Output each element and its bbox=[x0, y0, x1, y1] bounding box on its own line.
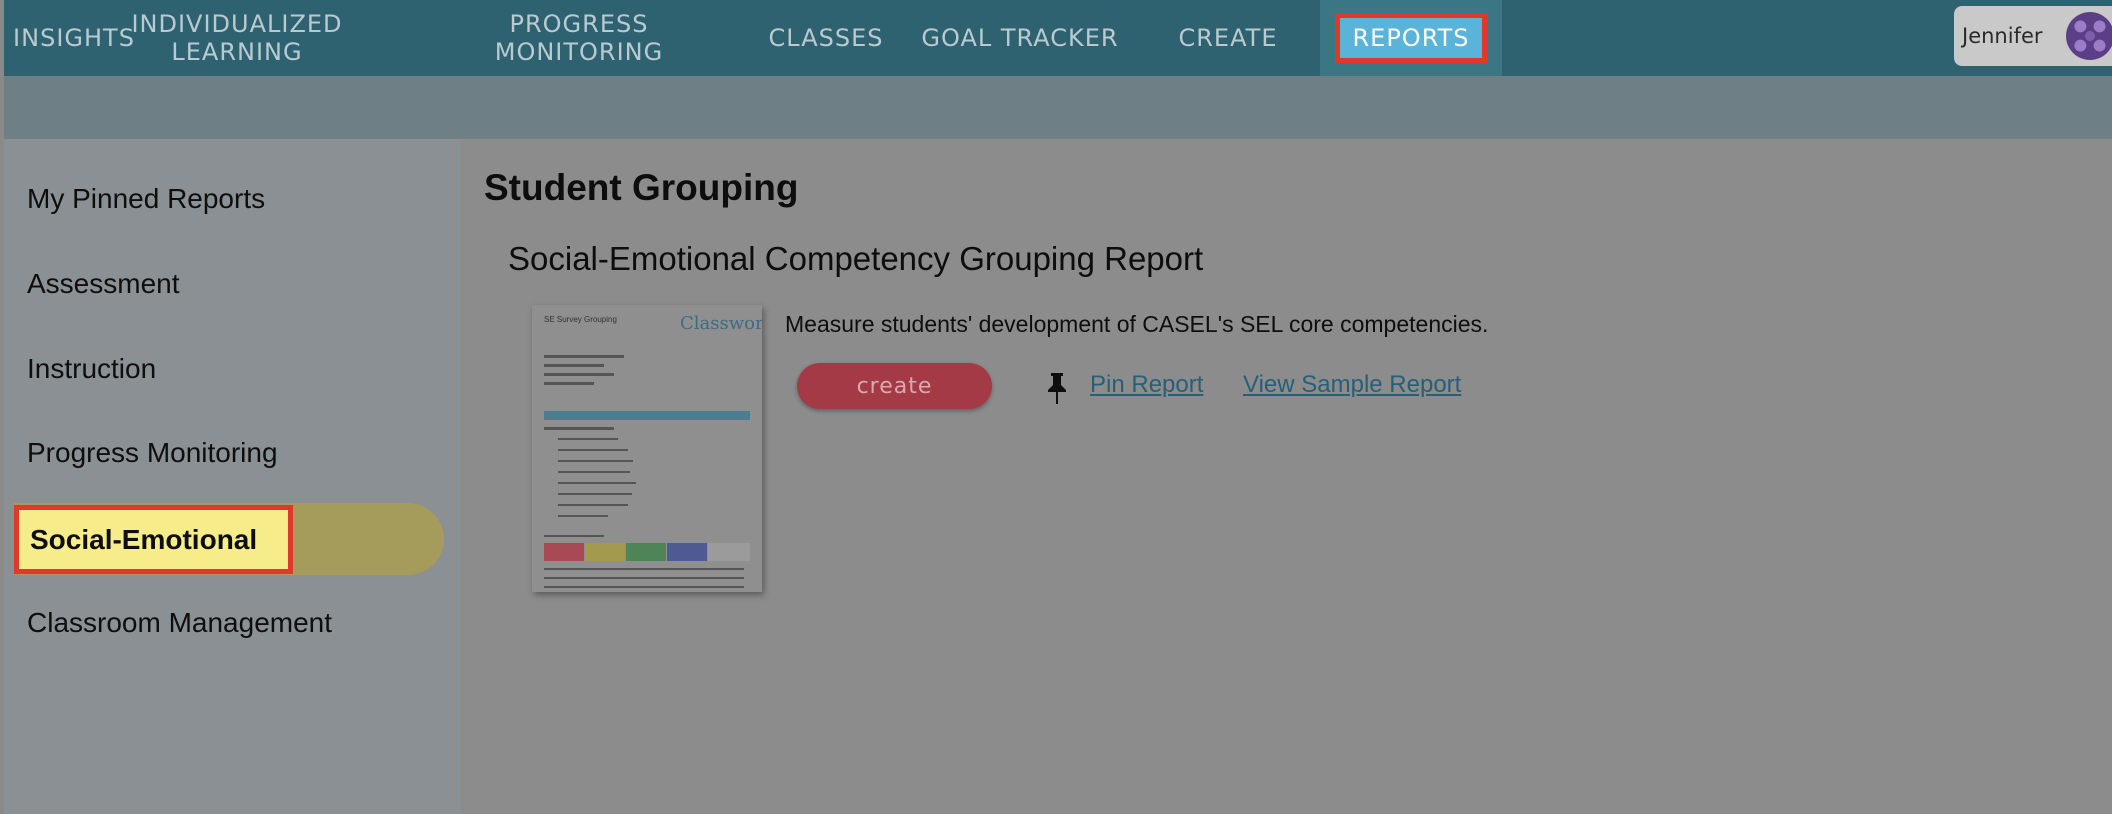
sidebar-item-instruction[interactable]: Instruction bbox=[27, 353, 156, 385]
report-description: Measure students' development of CASEL's… bbox=[785, 311, 1489, 337]
main-content: Student Grouping Social-Emotional Compet… bbox=[460, 139, 2112, 814]
user-menu-button[interactable]: Jennifer bbox=[1954, 6, 2112, 66]
report-title: Social-Emotional Competency Grouping Rep… bbox=[508, 240, 1204, 277]
thumbnail-text-line bbox=[544, 355, 624, 358]
nav-classes[interactable]: CLASSES bbox=[756, 0, 896, 76]
pin-icon[interactable] bbox=[1046, 371, 1068, 405]
thumbnail-text-line bbox=[558, 482, 636, 484]
sidebar: My Pinned Reports Assessment Instruction… bbox=[4, 139, 460, 814]
user-name: Jennifer bbox=[1962, 24, 2043, 48]
thumbnail-text-line bbox=[558, 438, 618, 440]
thumbnail-text-line bbox=[558, 515, 608, 517]
thumbnail-text-line bbox=[558, 460, 633, 462]
thumbnail-text-line bbox=[558, 449, 628, 451]
sidebar-item-assessment[interactable]: Assessment bbox=[27, 268, 180, 300]
thumbnail-text-line bbox=[544, 373, 614, 376]
thumbnail-text-line bbox=[544, 577, 744, 579]
sub-header-bar bbox=[4, 76, 2112, 139]
thumbnail-heading: SE Survey Grouping bbox=[544, 315, 617, 324]
thumbnail-text-line bbox=[544, 382, 594, 385]
nav-progress-monitoring[interactable]: PROGRESS MONITORING bbox=[494, 0, 664, 76]
thumbnail-text-line bbox=[544, 364, 604, 367]
thumbnail-text-line bbox=[544, 568, 744, 570]
pin-report-link[interactable]: Pin Report bbox=[1090, 371, 1203, 399]
sidebar-item-my-pinned-reports[interactable]: My Pinned Reports bbox=[27, 183, 265, 215]
view-sample-report-link[interactable]: View Sample Report bbox=[1243, 371, 1461, 399]
thumbnail-header-bar bbox=[544, 411, 750, 420]
thumbnail-text-line bbox=[544, 586, 744, 588]
nav-insights[interactable]: INSIGHTS bbox=[4, 0, 144, 76]
thumbnail-text-line bbox=[558, 504, 628, 506]
avatar bbox=[2066, 12, 2112, 60]
sidebar-item-progress-monitoring[interactable]: Progress Monitoring bbox=[27, 437, 278, 469]
create-button[interactable]: create bbox=[797, 363, 992, 409]
thumbnail-logo: Classworks bbox=[680, 313, 762, 334]
thumbnail-cell-yellow bbox=[585, 543, 625, 561]
thumbnail-cell-red bbox=[544, 543, 584, 561]
thumbnail-cell-blue bbox=[667, 543, 707, 561]
thumbnail-text-line bbox=[544, 535, 604, 537]
nav-reports-label: REPORTS bbox=[1335, 13, 1487, 63]
thumbnail-text-line bbox=[558, 471, 630, 473]
nav-create[interactable]: CREATE bbox=[1168, 0, 1288, 76]
thumbnail-text-line bbox=[558, 493, 632, 495]
sidebar-item-classroom-management[interactable]: Classroom Management bbox=[27, 607, 332, 639]
nav-goal-tracker[interactable]: GOAL TRACKER bbox=[920, 0, 1120, 76]
thumbnail-cell-green bbox=[626, 543, 666, 561]
page-title: Student Grouping bbox=[484, 167, 799, 208]
thumbnail-cell-gray bbox=[708, 543, 750, 561]
top-nav: INSIGHTS INDIVIDUALIZED LEARNING PROGRES… bbox=[4, 0, 2112, 76]
nav-reports[interactable]: REPORTS bbox=[1320, 0, 1502, 76]
sidebar-item-social-emotional[interactable]: Social-Emotional bbox=[14, 505, 293, 574]
thumbnail-text-line bbox=[544, 427, 614, 430]
nav-individualized-learning[interactable]: INDIVIDUALIZED LEARNING bbox=[131, 0, 341, 76]
report-thumbnail[interactable]: SE Survey Grouping Classworks bbox=[532, 305, 762, 592]
